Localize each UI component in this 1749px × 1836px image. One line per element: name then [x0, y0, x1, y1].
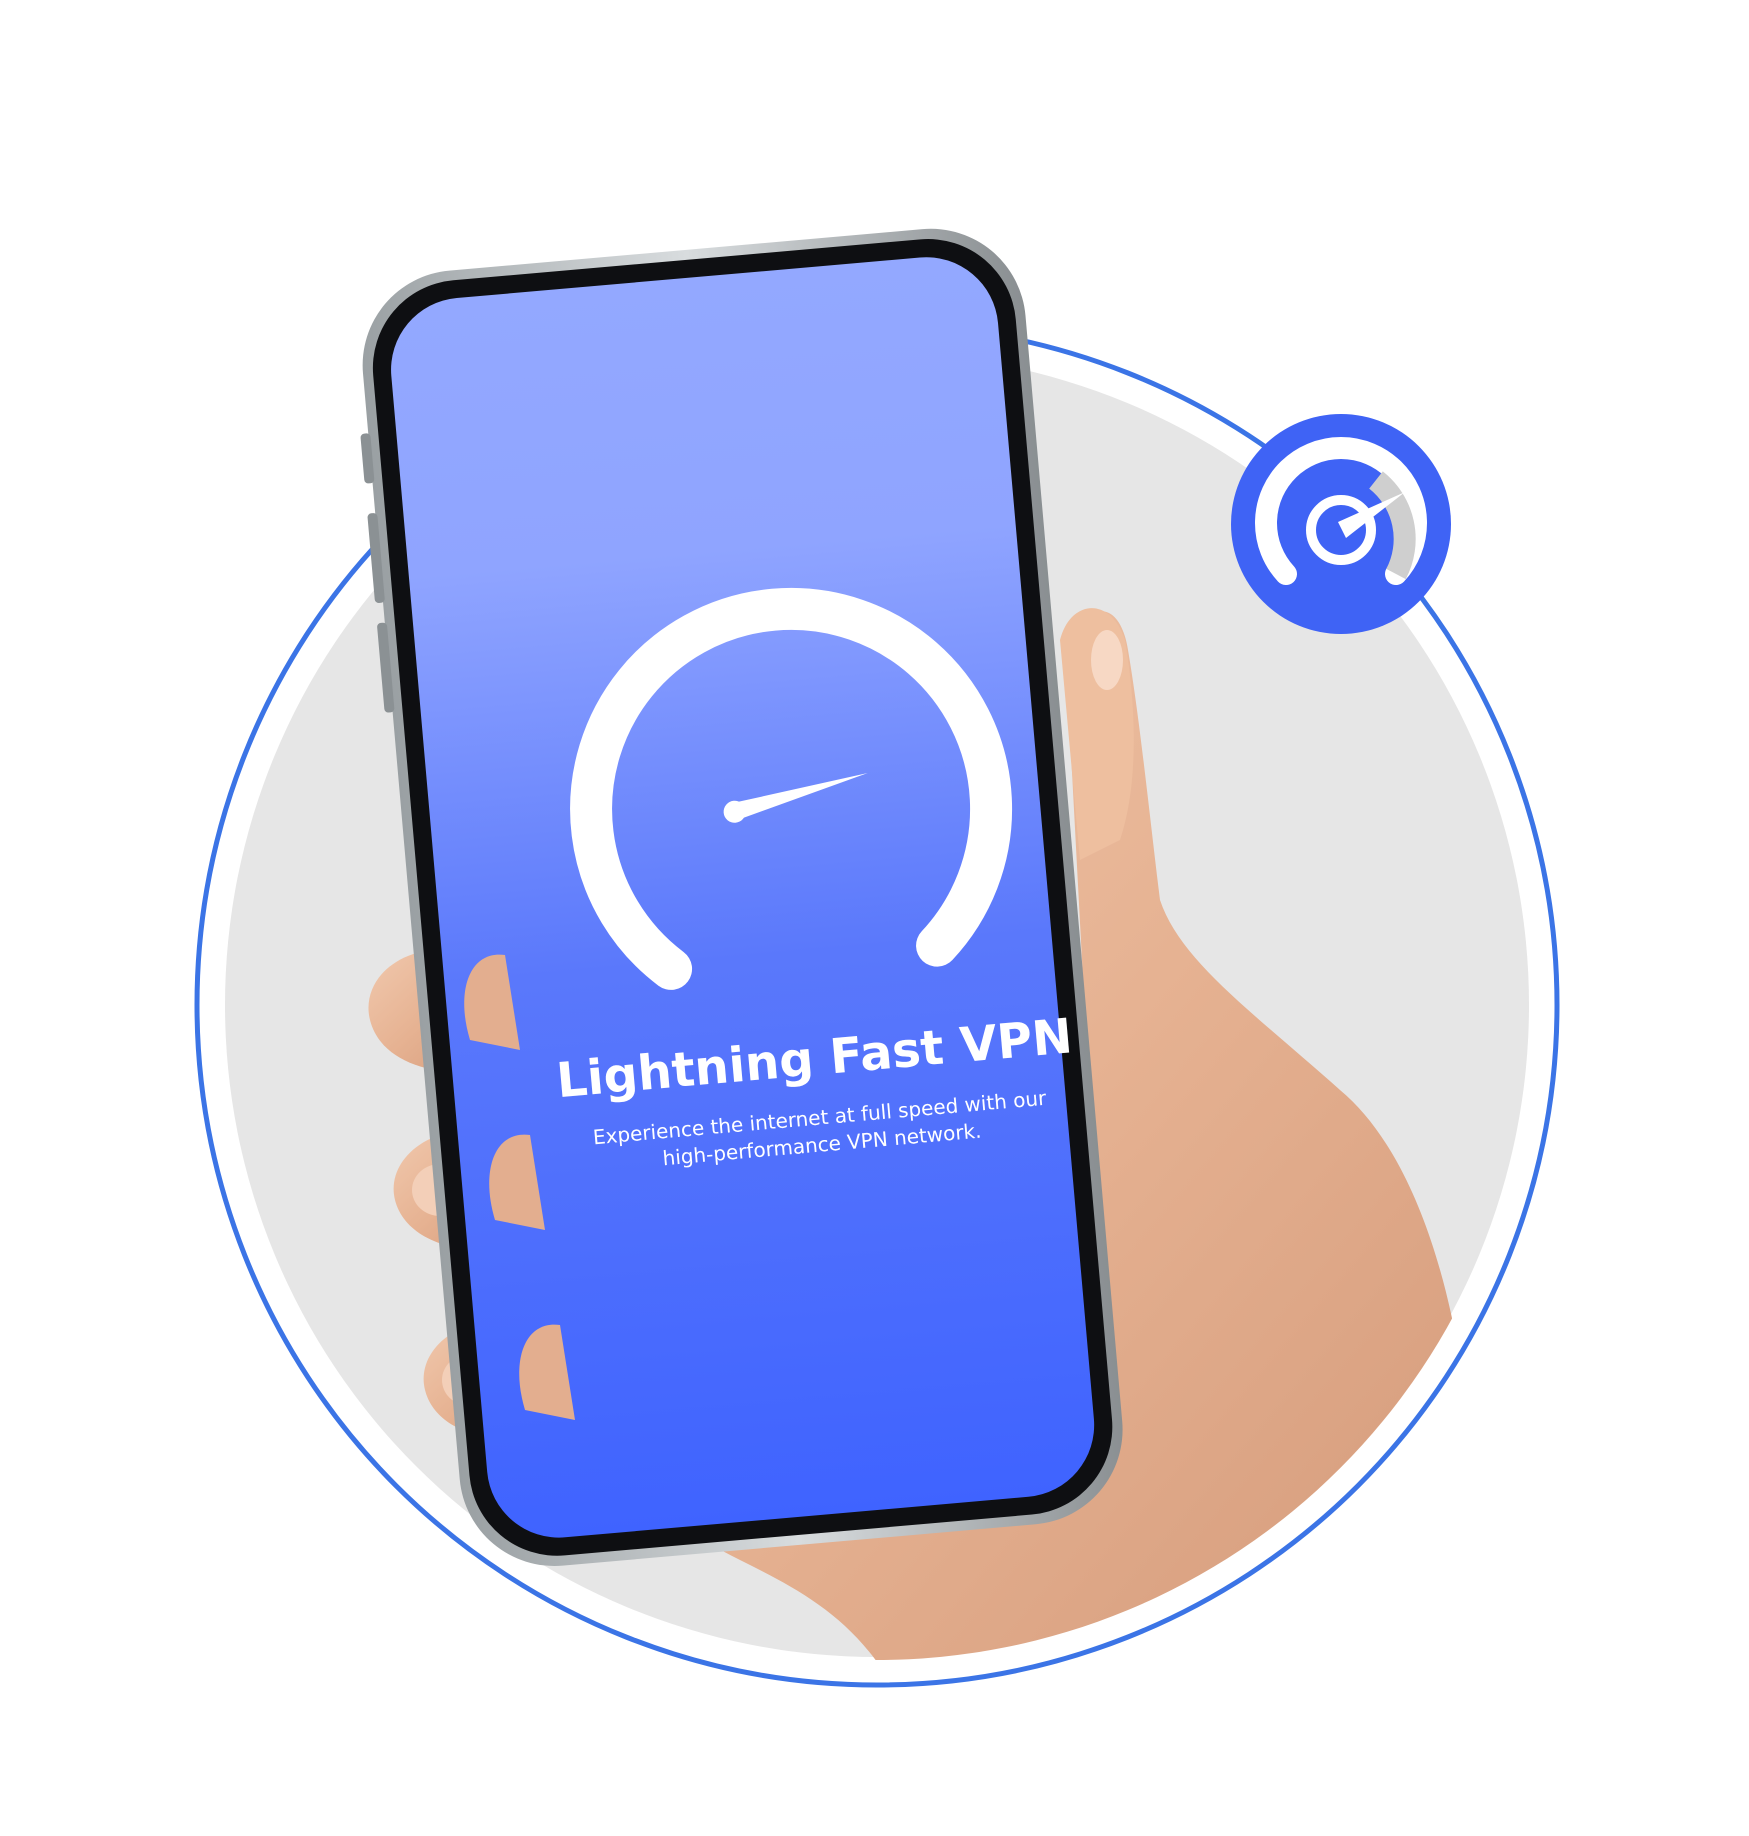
- phone-device: [360, 228, 1123, 1566]
- speedometer-badge-icon: [1231, 414, 1451, 634]
- hero-illustration: Lightning Fast VPN Experience the intern…: [0, 0, 1749, 1836]
